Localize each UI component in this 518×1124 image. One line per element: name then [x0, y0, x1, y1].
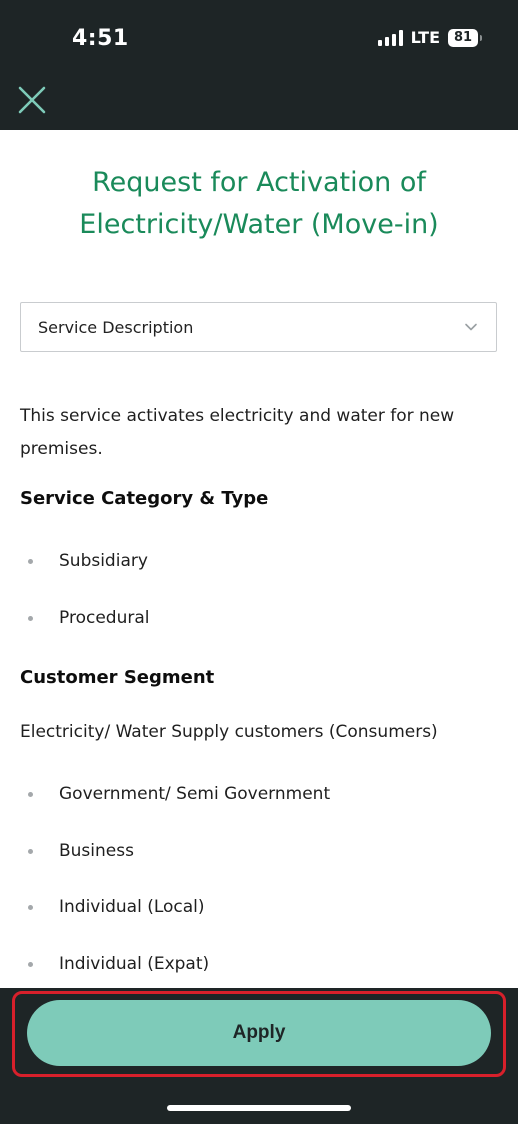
bullet-dot [28, 615, 33, 621]
bullet-dot [28, 791, 33, 797]
list-item-text: Procedural [59, 608, 150, 628]
chevron-down-icon [465, 323, 477, 331]
apply-label: Apply [232, 1022, 286, 1043]
list-item-text: Business [59, 841, 134, 861]
list-item-text: Government/ Semi Government [59, 784, 331, 804]
footer-bar: Apply [0, 988, 518, 1124]
list-item: Individual (Local) [28, 897, 205, 917]
battery-level: 81 [453, 30, 473, 45]
top-bar: 4:51 LTE 81 [0, 0, 518, 130]
home-indicator [167, 1105, 351, 1111]
close-button[interactable] [14, 82, 50, 118]
network-type: LTE [410, 28, 440, 47]
category-heading: Service Category & Type [20, 488, 269, 509]
close-icon [18, 86, 46, 114]
service-description-dropdown[interactable]: Service Description [20, 302, 497, 352]
segment-heading: Customer Segment [20, 667, 215, 688]
status-time: 4:51 [72, 26, 129, 51]
list-item: Government/ Semi Government [28, 784, 330, 804]
segment-subtitle: Electricity/ Water Supply customers (Con… [20, 722, 438, 742]
list-item: Subsidiary [28, 551, 148, 571]
list-item: Individual (Expat) [28, 954, 209, 974]
list-item-text: Subsidiary [59, 551, 148, 571]
signal-icon [377, 29, 403, 46]
service-content: Request for Activation of Electricity/Wa… [0, 130, 518, 988]
list-item: Procedural [28, 608, 149, 628]
list-item: Business [28, 841, 134, 861]
apply-button[interactable]: Apply [27, 1000, 491, 1066]
bullet-dot [28, 961, 33, 967]
list-item-text: Individual (Local) [59, 897, 205, 917]
bullet-dot [28, 904, 33, 910]
bullet-dot [28, 848, 33, 854]
page-title: Request for Activation of Electricity/Wa… [79, 167, 439, 240]
bullet-dot [28, 558, 33, 564]
list-item-text: Individual (Expat) [59, 954, 210, 974]
battery-icon: 81 [448, 28, 482, 47]
service-description-text: This service activates electricity and w… [20, 406, 455, 459]
status-indicators: LTE 81 [377, 28, 482, 47]
dropdown-label: Service Description [38, 317, 194, 337]
